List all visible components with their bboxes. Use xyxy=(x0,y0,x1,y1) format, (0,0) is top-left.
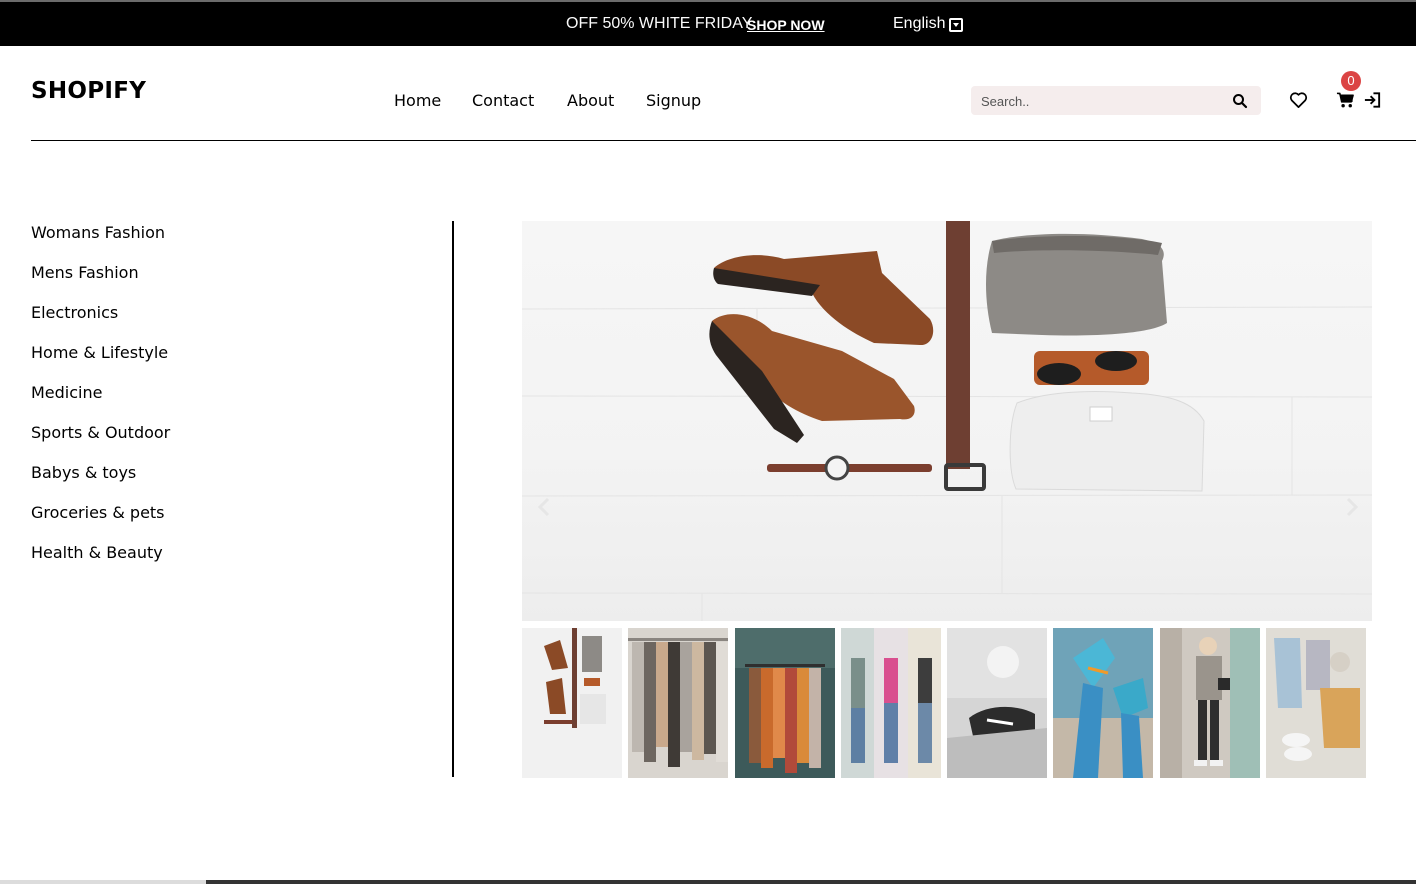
language-label: English xyxy=(893,15,946,32)
search-input[interactable] xyxy=(981,92,1221,110)
category-item[interactable]: Home & Lifestyle xyxy=(31,343,168,362)
nav-contact[interactable]: Contact xyxy=(472,91,534,110)
thumbnail-item[interactable] xyxy=(522,628,622,778)
header-divider xyxy=(31,140,1416,141)
heart-icon[interactable] xyxy=(1289,91,1308,113)
nav-about[interactable]: About xyxy=(567,91,614,110)
thumbnail-item[interactable] xyxy=(1266,628,1366,778)
login-icon[interactable] xyxy=(1363,91,1382,113)
horizontal-scrollbar[interactable] xyxy=(0,880,1416,884)
category-item[interactable]: Health & Beauty xyxy=(31,543,163,562)
category-item[interactable]: Womans Fashion xyxy=(31,223,165,242)
boots-illustration xyxy=(709,251,934,443)
category-item[interactable]: Electronics xyxy=(31,303,118,322)
announcement-bar: OFF 50% WHITE FRIDAY SHOP NOW English xyxy=(0,0,1416,46)
language-select[interactable]: English xyxy=(893,15,964,33)
chevron-down-icon xyxy=(949,17,964,32)
cart-count-badge: 0 xyxy=(1341,71,1361,91)
thumbnail-item[interactable] xyxy=(841,628,941,778)
thumbnail-item[interactable] xyxy=(1160,628,1260,778)
category-item[interactable]: Groceries & pets xyxy=(31,503,165,522)
category-item[interactable]: Mens Fashion xyxy=(31,263,139,282)
category-item[interactable]: Babys & toys xyxy=(31,463,136,482)
thumbnail-item[interactable] xyxy=(1053,628,1153,778)
thumbnail-item[interactable] xyxy=(628,628,728,778)
category-item[interactable]: Sports & Outdoor xyxy=(31,423,170,442)
cart-icon[interactable] xyxy=(1336,91,1355,113)
nav-home[interactable]: Home xyxy=(394,91,441,110)
promo-text: OFF 50% WHITE FRIDAY xyxy=(566,15,753,32)
category-item[interactable]: Medicine xyxy=(31,383,102,402)
thumbnail-item[interactable] xyxy=(947,628,1047,778)
sidebar-divider xyxy=(452,221,454,777)
logo[interactable]: SHOPIFY xyxy=(31,78,146,104)
search-icon[interactable] xyxy=(1232,93,1248,109)
hero-carousel-image[interactable] xyxy=(522,221,1372,621)
carousel-prev-icon xyxy=(537,497,550,517)
thumbnail-item[interactable] xyxy=(735,628,835,778)
nav-signup[interactable]: Signup xyxy=(646,91,701,110)
search-box xyxy=(971,86,1261,115)
shop-now-link[interactable]: SHOP NOW xyxy=(747,17,825,33)
scrollbar-thumb[interactable] xyxy=(206,880,1416,884)
carousel-next-icon xyxy=(1346,497,1359,517)
